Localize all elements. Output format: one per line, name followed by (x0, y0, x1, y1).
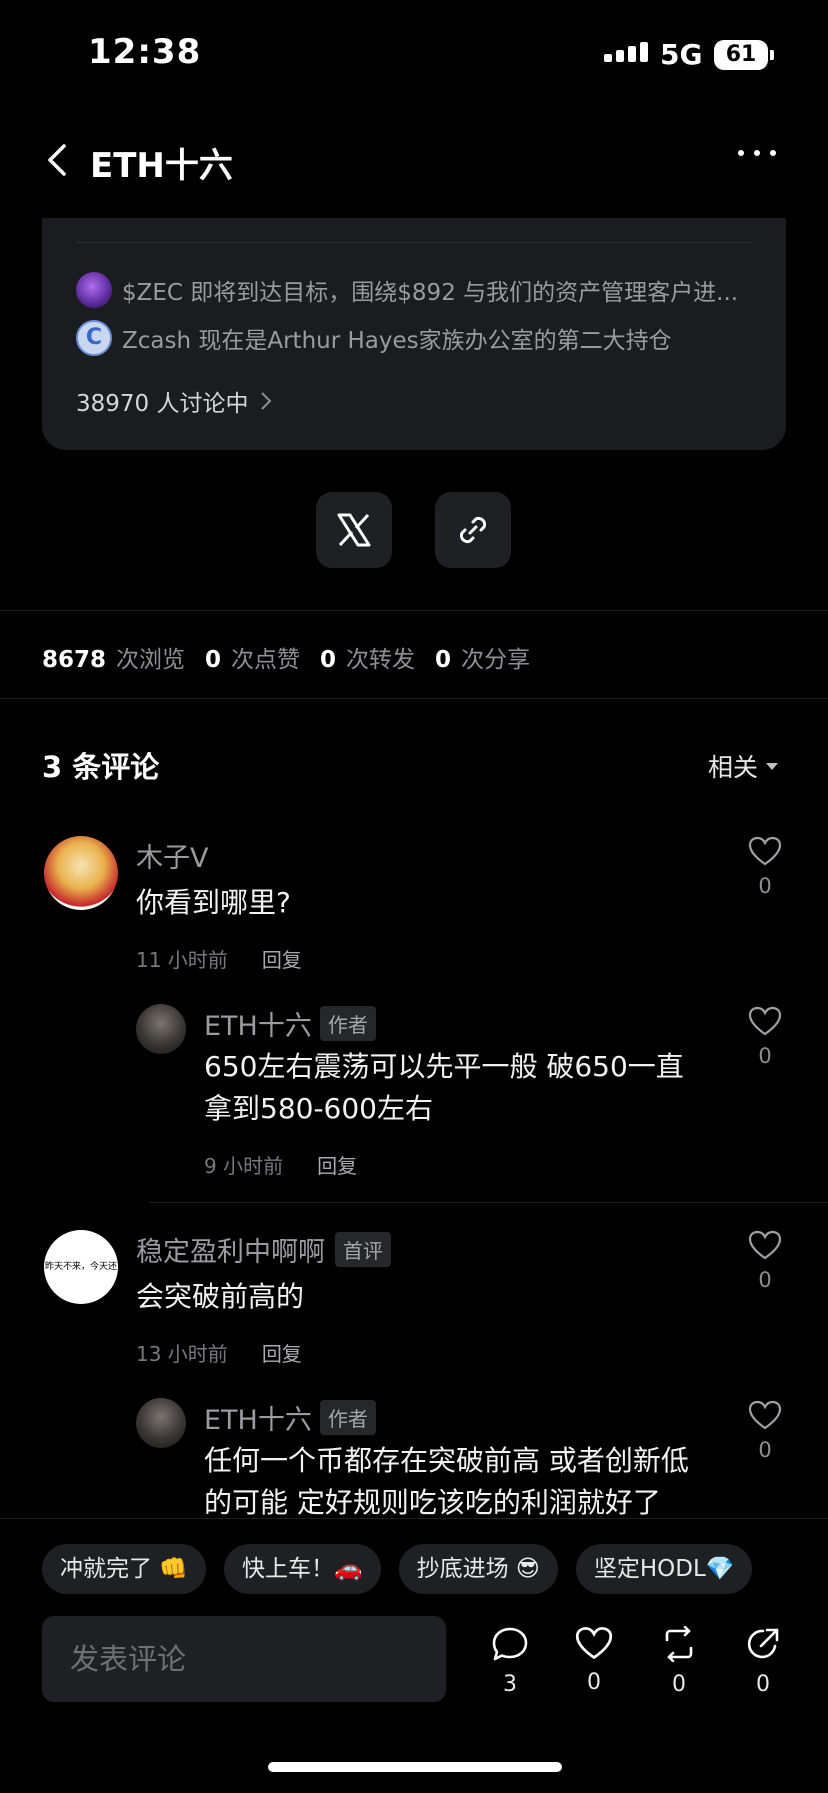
quick-reply-chip[interactable]: 快上车！🚗 (223, 1544, 381, 1594)
reply-text-line: 650左右震荡可以先平一般 破650一直 (204, 1050, 684, 1083)
first-comment-badge: 首评 (335, 1232, 391, 1267)
comment-text: 会突破前高的 (136, 1280, 305, 1313)
comment-action[interactable]: 3 (484, 1626, 536, 1697)
comment-icon (492, 1627, 528, 1661)
quick-reply-chip[interactable]: 抄底进场 😎 (398, 1544, 558, 1594)
more-icon[interactable] (738, 150, 776, 156)
comment-text: 你看到哪里? (136, 886, 291, 919)
like-action[interactable]: 0 (568, 1626, 620, 1695)
quick-replies: 冲就完了 👊 快上车！🚗 抄底进场 😎 坚定HODL💎 (42, 1544, 753, 1594)
battery-icon: 61 (714, 40, 768, 70)
topic-item-text: $ZEC 即将到达目标，围绕$892 与我们的资产管理客户进... (122, 280, 739, 306)
home-indicator[interactable] (268, 1762, 562, 1772)
card-divider (76, 242, 752, 243)
sort-dropdown[interactable]: 相关 (708, 748, 779, 784)
comment-like[interactable]: 0 (748, 836, 782, 898)
reply-text-line: 拿到580-600左右 (204, 1092, 433, 1125)
network-label: 5G (660, 38, 703, 71)
battery-tip (770, 50, 774, 60)
reply-button[interactable]: 回复 (317, 1150, 357, 1179)
author-badge: 作者 (319, 1400, 376, 1435)
reply-header: ETH十六 作者 (204, 1004, 376, 1043)
post-stats: 8678 次浏览 0 次点赞 0 次转发 0 次分享 (42, 640, 540, 674)
reply-button[interactable]: 回复 (262, 1338, 302, 1367)
avatar[interactable] (44, 836, 118, 910)
chevron-right-icon (261, 392, 272, 410)
likes-label: 次点赞 (231, 647, 301, 673)
status-time: 12:38 (88, 32, 202, 72)
comment-time: 13 小时前 (136, 1342, 228, 1366)
zcash-icon: C (76, 320, 112, 356)
reply-text: 任何一个币都存在突破前高 或者创新低 的可能 定好规则吃该吃的利润就好了 (204, 1440, 689, 1524)
comments-title: 3 条评论 (42, 750, 160, 784)
avatar[interactable]: 昨天不来，今天还不来吗? (44, 1230, 118, 1304)
reply-meta: 9 小时前 回复 (204, 1150, 357, 1179)
like-count: 0 (758, 1438, 772, 1462)
comment-username[interactable]: 稳定盈利中啊啊 (136, 1230, 325, 1269)
reply-username[interactable]: ETH十六 (204, 1004, 312, 1043)
heart-icon (575, 1627, 613, 1660)
reply-button[interactable]: 回复 (262, 944, 302, 973)
comment-header: 稳定盈利中啊啊 首评 (136, 1230, 391, 1269)
like-count: 0 (758, 874, 772, 898)
reposts-label: 次转发 (346, 647, 416, 673)
avatar[interactable] (136, 1004, 186, 1054)
views-count: 8678 (42, 647, 107, 673)
comment-input[interactable]: 发表评论 (42, 1616, 446, 1702)
quick-reply-chip[interactable]: 坚定HODL💎 (575, 1544, 753, 1594)
repost-action[interactable]: 0 (653, 1625, 705, 1697)
comment-time: 11 小时前 (136, 948, 228, 972)
like-count: 0 (587, 1670, 601, 1695)
reply-time: 9 小时前 (204, 1154, 284, 1178)
share-action[interactable]: 0 (737, 1626, 789, 1697)
thread-divider (150, 1202, 828, 1203)
shares-label: 次分享 (461, 647, 531, 673)
quick-reply-chip[interactable]: 冲就完了 👊 (42, 1544, 206, 1594)
share-x-button[interactable] (316, 492, 392, 568)
topic-item-text: Zcash 现在是Arthur Hayes家族办公室的第二大持仓 (122, 328, 672, 354)
comment-count: 3 (503, 1672, 517, 1697)
back-icon[interactable] (42, 142, 72, 178)
reply-text-line: 任何一个币都存在突破前高 或者创新低 (204, 1444, 689, 1477)
comment-meta: 13 小时前 回复 (136, 1338, 302, 1367)
purple-avatar-icon (76, 272, 112, 308)
like-count: 0 (758, 1268, 772, 1292)
copy-link-button[interactable] (435, 492, 511, 568)
discussion-link[interactable]: 38970 人讨论中 (76, 384, 272, 418)
author-badge: 作者 (319, 1006, 376, 1041)
x-logo-icon (337, 513, 371, 547)
reply-like[interactable]: 0 (748, 1006, 782, 1068)
comment-username[interactable]: 木子V (136, 836, 208, 875)
heart-icon (748, 1006, 782, 1036)
like-count: 0 (758, 1044, 772, 1068)
shares-count: 0 (435, 647, 452, 673)
comment-meta: 11 小时前 回复 (136, 944, 302, 973)
discussion-count: 38970 人讨论中 (76, 391, 249, 417)
repost-icon (665, 1625, 693, 1663)
link-icon (459, 516, 487, 544)
reply-text: 650左右震荡可以先平一般 破650一直 拿到580-600左右 (204, 1046, 684, 1130)
views-label: 次浏览 (116, 647, 186, 673)
reply-like[interactable]: 0 (748, 1400, 782, 1462)
topic-item[interactable]: C Zcash 现在是Arthur Hayes家族办公室的第二大持仓 (76, 320, 672, 356)
heart-icon (748, 836, 782, 866)
comment-like[interactable]: 0 (748, 1230, 782, 1292)
sort-label: 相关 (708, 753, 759, 782)
share-count: 0 (756, 1672, 770, 1697)
reply-username[interactable]: ETH十六 (204, 1398, 312, 1437)
topic-item[interactable]: $ZEC 即将到达目标，围绕$892 与我们的资产管理客户进... (76, 272, 738, 308)
repost-count: 0 (672, 1672, 686, 1697)
share-icon (747, 1628, 779, 1659)
likes-count: 0 (205, 647, 222, 673)
heart-icon (748, 1230, 782, 1260)
avatar[interactable] (136, 1398, 186, 1448)
divider (0, 698, 828, 699)
caret-down-icon (766, 762, 779, 770)
divider (0, 610, 828, 611)
signal-icon (604, 42, 648, 62)
heart-icon (748, 1400, 782, 1430)
reposts-count: 0 (320, 647, 337, 673)
reply-header: ETH十六 作者 (204, 1398, 376, 1437)
page-title: ETH十六 (90, 146, 233, 186)
